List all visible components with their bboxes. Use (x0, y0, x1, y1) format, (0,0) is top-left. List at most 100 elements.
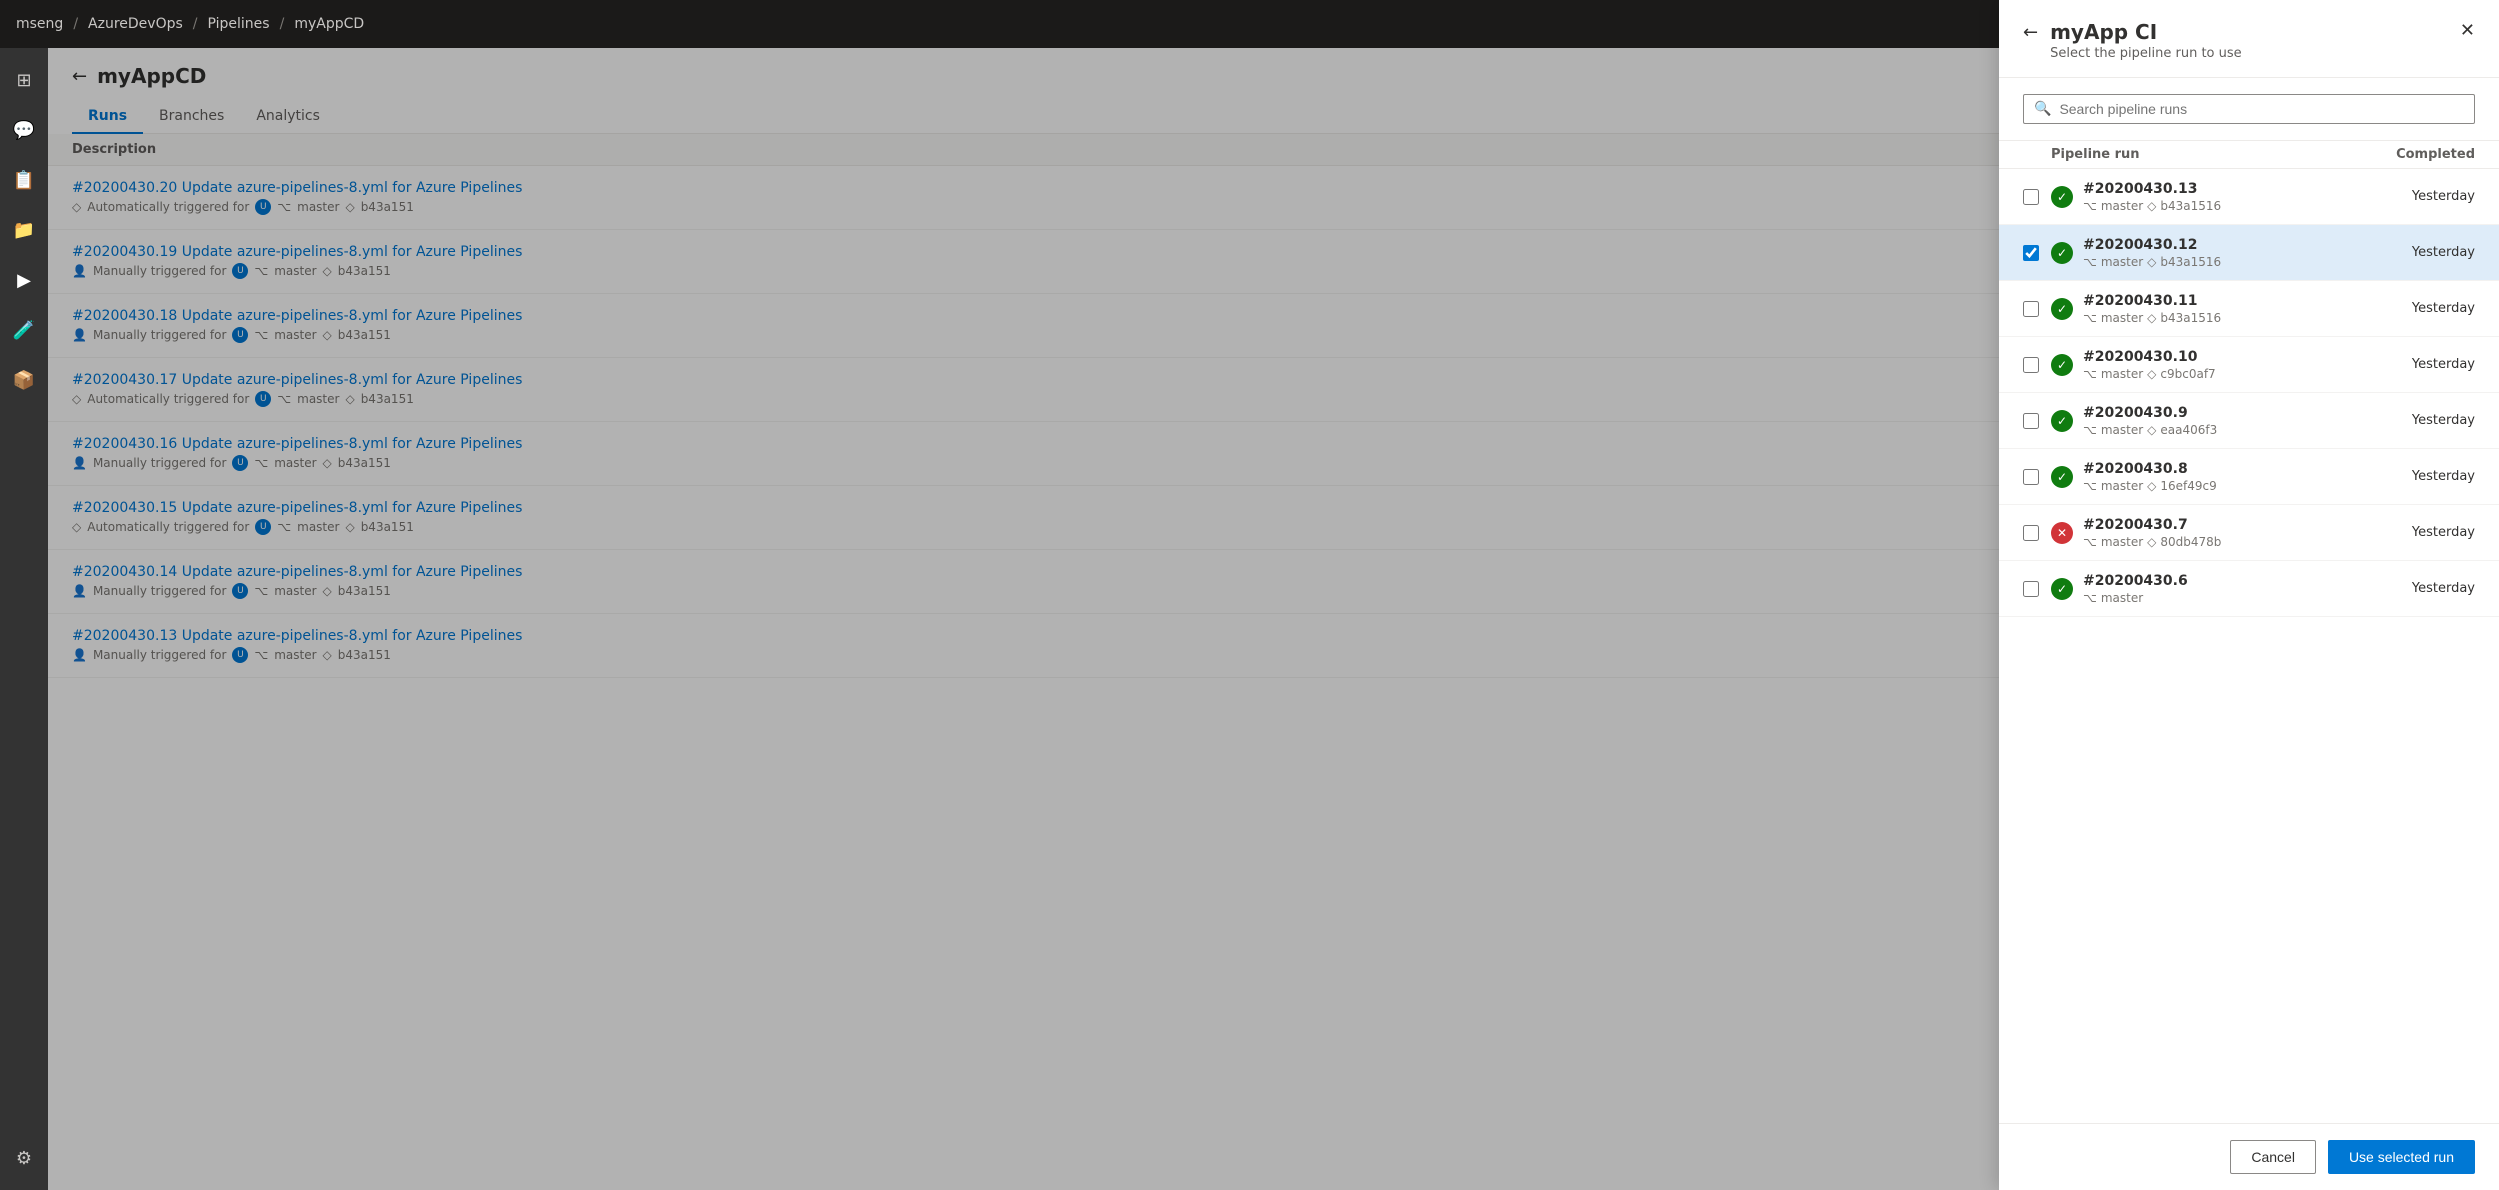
run-success-icon: ✓ (2051, 466, 2073, 488)
run-branch-icon: ⌥ (2083, 535, 2097, 549)
side-panel: ← myApp CI Select the pipeline run to us… (1999, 48, 2499, 1190)
run-status: ✓ (2051, 578, 2073, 600)
run-branch: master (2101, 311, 2143, 325)
run-completed: Yesterday (2385, 413, 2475, 428)
run-branch-icon: ⌥ (2083, 311, 2097, 325)
run-row[interactable]: ✕ #20200430.7 ⌥ master ◇80db478b Yesterd… (1999, 505, 2499, 561)
run-success-icon: ✓ (2051, 186, 2073, 208)
settings-icon[interactable]: ⚙ (0, 1134, 48, 1182)
run-commit-icon: ◇ (2147, 535, 2156, 549)
search-input[interactable] (2059, 101, 2464, 117)
run-checkbox[interactable] (2023, 581, 2039, 597)
run-meta: ⌥ master ◇b43a1516 (2083, 255, 2385, 269)
run-completed: Yesterday (2385, 301, 2475, 316)
run-row[interactable]: ✓ #20200430.6 ⌥ master Yesterday (1999, 561, 2499, 617)
run-info: #20200430.6 ⌥ master (2083, 573, 2385, 605)
run-success-icon: ✓ (2051, 242, 2073, 264)
sidebar: ⊞ 💬 📋 📁 ▶ 🧪 📦 ⚙ (0, 48, 48, 1190)
col-completed: Completed (2385, 147, 2475, 162)
run-commit-icon: ◇ (2147, 311, 2156, 325)
run-commit: c9bc0af7 (2160, 367, 2215, 381)
run-status: ✓ (2051, 354, 2073, 376)
run-completed: Yesterday (2385, 357, 2475, 372)
run-info: #20200430.10 ⌥ master ◇c9bc0af7 (2083, 349, 2385, 381)
run-checkbox-container (2023, 413, 2051, 429)
run-completed: Yesterday (2385, 581, 2475, 596)
run-commit-icon: ◇ (2147, 423, 2156, 437)
run-meta: ⌥ master ◇b43a1516 (2083, 199, 2385, 213)
run-commit: b43a1516 (2160, 199, 2221, 213)
run-status: ✓ (2051, 186, 2073, 208)
pipelines-icon[interactable]: ▶ (0, 256, 48, 304)
run-meta: ⌥ master ◇c9bc0af7 (2083, 367, 2385, 381)
search-icon: 🔍 (2034, 101, 2051, 117)
run-number: #20200430.12 (2083, 237, 2385, 253)
sep1: / (73, 16, 78, 32)
run-completed: Yesterday (2385, 469, 2475, 484)
run-checkbox[interactable] (2023, 357, 2039, 373)
run-info: #20200430.12 ⌥ master ◇b43a1516 (2083, 237, 2385, 269)
run-checkbox-container (2023, 469, 2051, 485)
repo-icon[interactable]: 📁 (0, 206, 48, 254)
use-selected-run-button[interactable]: Use selected run (2328, 1140, 2475, 1174)
run-info: #20200430.7 ⌥ master ◇80db478b (2083, 517, 2385, 549)
artifact-icon[interactable]: 📦 (0, 356, 48, 404)
search-box: 🔍 (2023, 94, 2475, 124)
run-checkbox[interactable] (2023, 413, 2039, 429)
panel-header: ← myApp CI Select the pipeline run to us… (1999, 48, 2499, 78)
run-commit: 80db478b (2160, 535, 2221, 549)
run-checkbox[interactable] (2023, 245, 2039, 261)
run-checkbox[interactable] (2023, 301, 2039, 317)
run-checkbox-container (2023, 301, 2051, 317)
run-checkbox[interactable] (2023, 469, 2039, 485)
run-branch-icon: ⌥ (2083, 479, 2097, 493)
chat-icon[interactable]: 💬 (0, 106, 48, 154)
work-icon[interactable]: 📋 (0, 156, 48, 204)
home-icon[interactable]: ⊞ (0, 56, 48, 104)
run-row[interactable]: ✓ #20200430.8 ⌥ master ◇16ef49c9 Yesterd… (1999, 449, 2499, 505)
run-branch-icon: ⌥ (2083, 255, 2097, 269)
col-pipeline-run: Pipeline run (2051, 147, 2385, 162)
run-info: #20200430.9 ⌥ master ◇eaa406f3 (2083, 405, 2385, 437)
run-completed: Yesterday (2385, 525, 2475, 540)
run-number: #20200430.7 (2083, 517, 2385, 533)
cancel-button[interactable]: Cancel (2230, 1140, 2316, 1174)
run-commit: b43a1516 (2160, 255, 2221, 269)
run-meta: ⌥ master (2083, 591, 2385, 605)
panel-search: 🔍 (1999, 78, 2499, 141)
breadcrumb-mseng[interactable]: mseng (16, 16, 63, 32)
run-row[interactable]: ✓ #20200430.10 ⌥ master ◇c9bc0af7 Yester… (1999, 337, 2499, 393)
run-row[interactable]: ✓ #20200430.11 ⌥ master ◇b43a1516 Yester… (1999, 281, 2499, 337)
run-commit: eaa406f3 (2160, 423, 2217, 437)
run-commit-icon: ◇ (2147, 479, 2156, 493)
run-branch: master (2101, 423, 2143, 437)
run-checkbox-container (2023, 245, 2051, 261)
run-branch-icon: ⌥ (2083, 591, 2097, 605)
run-commit-icon: ◇ (2147, 199, 2156, 213)
panel-subtitle: Select the pipeline run to use (2050, 48, 2448, 61)
run-number: #20200430.10 (2083, 349, 2385, 365)
run-success-icon: ✓ (2051, 410, 2073, 432)
run-meta: ⌥ master ◇eaa406f3 (2083, 423, 2385, 437)
run-status: ✓ (2051, 410, 2073, 432)
run-row[interactable]: ✓ #20200430.9 ⌥ master ◇eaa406f3 Yesterd… (1999, 393, 2499, 449)
run-completed: Yesterday (2385, 245, 2475, 260)
run-status: ✓ (2051, 466, 2073, 488)
run-row[interactable]: ✓ #20200430.13 ⌥ master ◇b43a1516 Yester… (1999, 169, 2499, 225)
run-branch: master (2101, 367, 2143, 381)
run-success-icon: ✓ (2051, 354, 2073, 376)
run-success-icon: ✓ (2051, 298, 2073, 320)
run-branch: master (2101, 255, 2143, 269)
run-failed-icon: ✕ (2051, 522, 2073, 544)
run-meta: ⌥ master ◇16ef49c9 (2083, 479, 2385, 493)
run-checkbox[interactable] (2023, 189, 2039, 205)
run-branch-icon: ⌥ (2083, 367, 2097, 381)
breadcrumb-azuredevops[interactable]: AzureDevOps (88, 16, 183, 32)
run-branch: master (2101, 479, 2143, 493)
run-row[interactable]: ✓ #20200430.12 ⌥ master ◇b43a1516 Yester… (1999, 225, 2499, 281)
run-commit: b43a1516 (2160, 311, 2221, 325)
test-icon[interactable]: 🧪 (0, 306, 48, 354)
breadcrumb-myappcd[interactable]: myAppCD (294, 16, 364, 32)
breadcrumb-pipelines[interactable]: Pipelines (208, 16, 270, 32)
run-checkbox[interactable] (2023, 525, 2039, 541)
